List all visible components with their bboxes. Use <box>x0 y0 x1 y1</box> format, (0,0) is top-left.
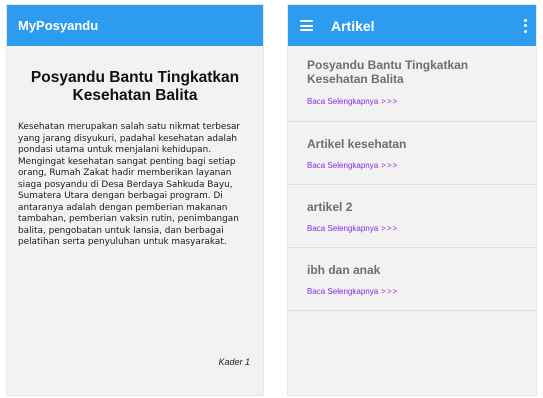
article-item-title: ibh dan anak <box>307 263 381 277</box>
app-title: MyPosyandu <box>18 18 99 33</box>
read-more-label: Baca Selengkapnya <box>307 224 379 233</box>
hamburger-menu-icon[interactable] <box>300 20 313 31</box>
article-list-screen: Artikel Posyandu Bantu Tingkatkan Keseha… <box>288 5 536 395</box>
article-item-title: Artikel kesehatan <box>307 137 407 151</box>
app-bar: Artikel <box>288 5 536 46</box>
article-list-item[interactable]: ibh dan anak Baca Selengkapnya >>> <box>288 248 536 311</box>
read-more-label: Baca Selengkapnya <box>307 161 379 170</box>
chevron-right-icon: >>> <box>381 287 399 296</box>
article-item-title: artikel 2 <box>307 200 353 214</box>
article-title: Posyandu Bantu Tingkatkan Kesehatan Bali… <box>30 69 240 104</box>
app-bar: MyPosyandu <box>7 5 263 46</box>
more-vertical-icon[interactable] <box>523 18 527 33</box>
chevron-right-icon: >>> <box>381 224 399 233</box>
read-more-link[interactable]: Baca Selengkapnya >>> <box>307 161 518 170</box>
read-more-link[interactable]: Baca Selengkapnya >>> <box>307 97 518 106</box>
article-list-item[interactable]: Posyandu Bantu Tingkatkan Kesehatan Bali… <box>288 46 536 122</box>
read-more-label: Baca Selengkapnya <box>307 97 379 106</box>
read-more-label: Baca Selengkapnya <box>307 287 379 296</box>
article-list-item[interactable]: Artikel kesehatan Baca Selengkapnya >>> <box>288 122 536 185</box>
chevron-right-icon: >>> <box>381 97 399 106</box>
app-title: Artikel <box>331 17 375 34</box>
article-body: Kesehatan merupakan salah satu nikmat te… <box>18 122 241 248</box>
article-list-item[interactable]: artikel 2 Baca Selengkapnya >>> <box>288 185 536 248</box>
chevron-right-icon: >>> <box>381 161 399 170</box>
read-more-link[interactable]: Baca Selengkapnya >>> <box>307 287 518 296</box>
article-detail-screen: MyPosyandu Posyandu Bantu Tingkatkan Kes… <box>7 5 263 395</box>
article-item-title: Posyandu Bantu Tingkatkan Kesehatan Bali… <box>307 58 469 86</box>
article-author: Kader 1 <box>218 357 250 367</box>
read-more-link[interactable]: Baca Selengkapnya >>> <box>307 224 518 233</box>
